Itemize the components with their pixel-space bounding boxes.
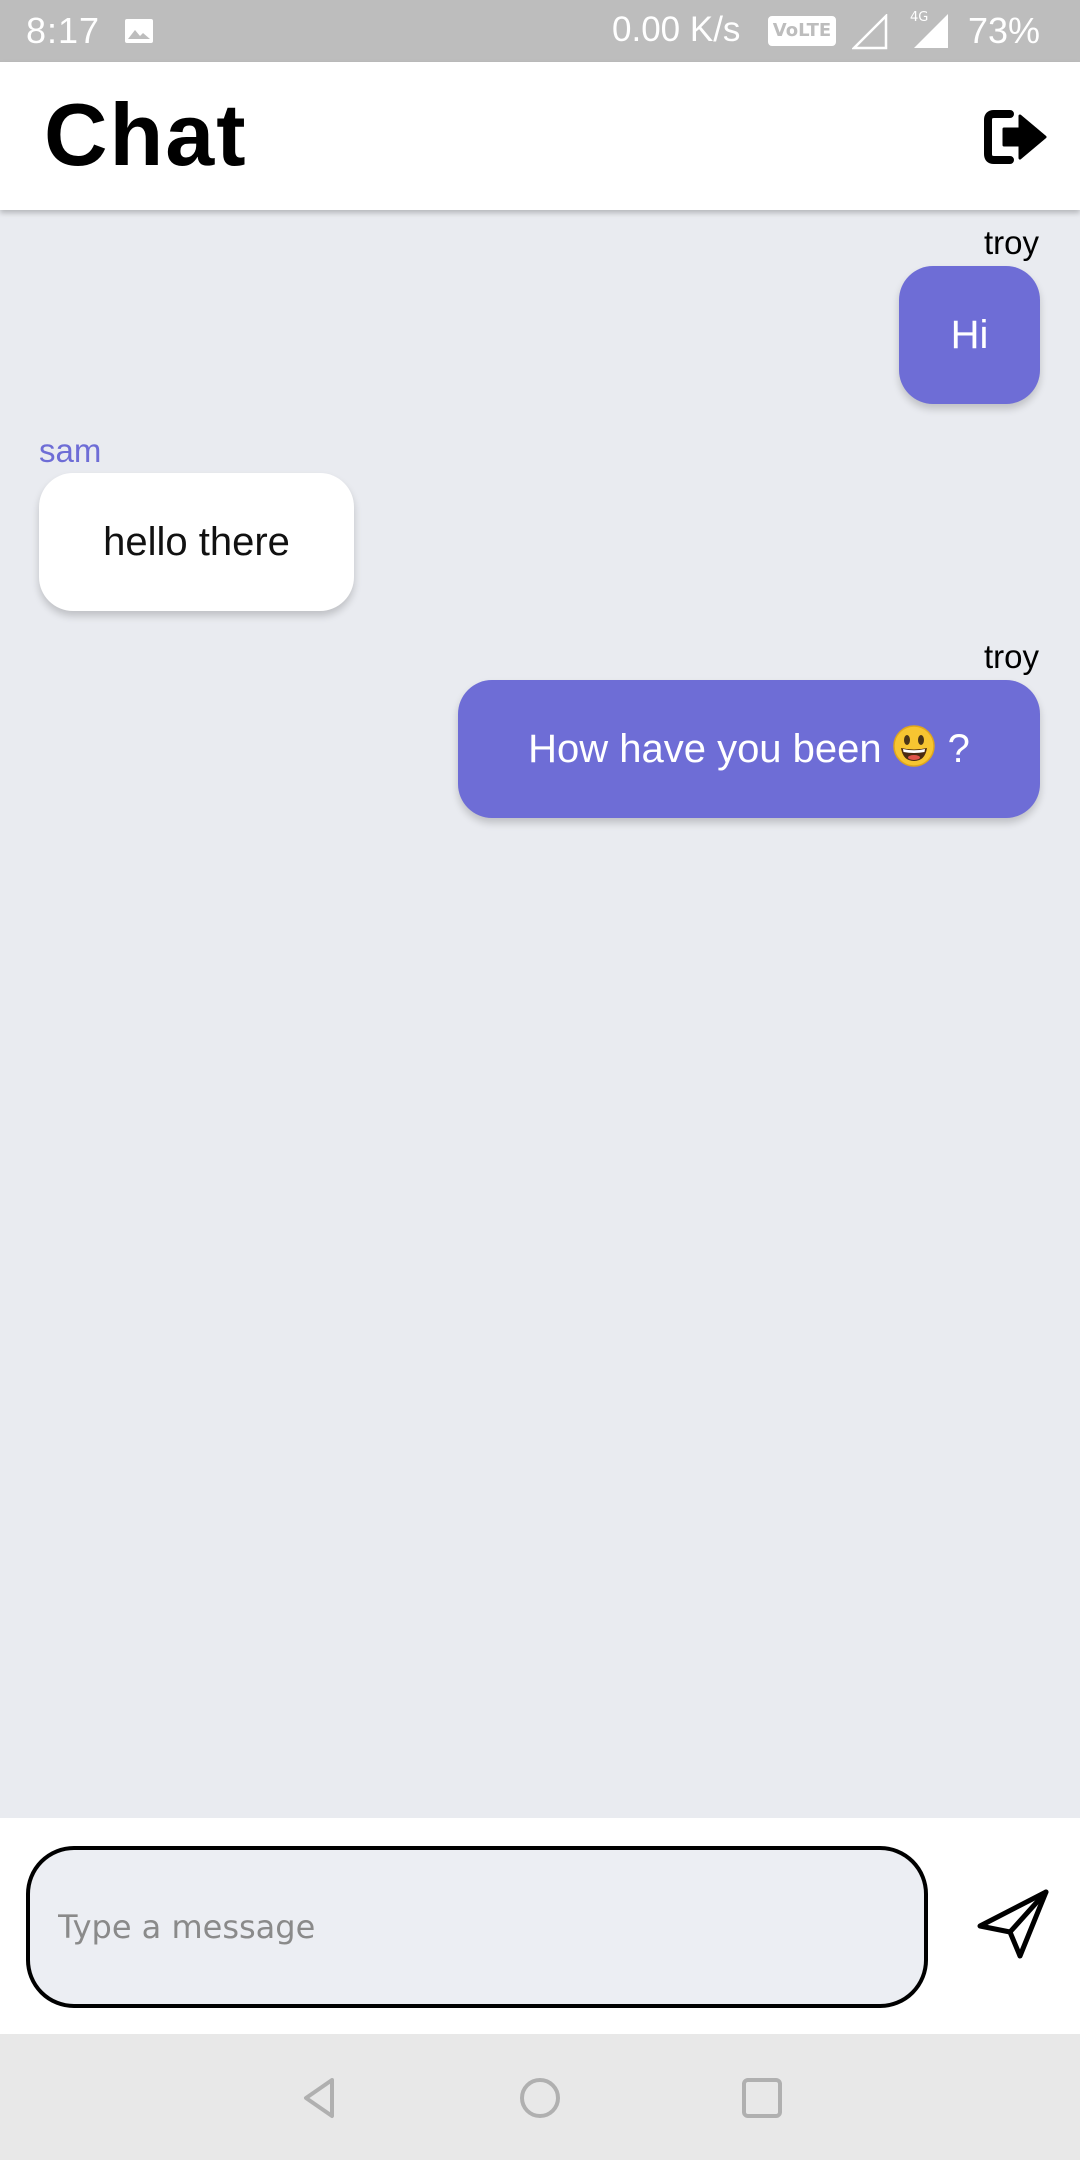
grinning-face-emoji-icon — [892, 725, 935, 767]
app-header: Chat — [0, 62, 1080, 210]
message-sender: troy — [983, 224, 1039, 261]
message-sender: troy — [983, 638, 1039, 675]
message-list[interactable]: troy Hi sam hello there troy How have yo… — [0, 210, 1080, 1818]
message-text-suffix: ? — [947, 726, 970, 771]
message-text: How have you been — [528, 726, 882, 771]
network-type: 4G — [910, 10, 929, 25]
composer-bar — [0, 1818, 1080, 2034]
message-input[interactable] — [26, 1846, 928, 2008]
back-icon[interactable] — [296, 2074, 344, 2122]
recents-icon[interactable] — [738, 2074, 786, 2122]
gallery-icon — [125, 19, 153, 43]
outgoing-message-bubble[interactable]: How have you been ? — [458, 680, 1040, 818]
status-bar: 8:17 0.00 K/s VoLTE 4G 73% — [0, 0, 1080, 62]
battery-level: 73% — [968, 10, 1041, 51]
page-title: Chat — [44, 85, 248, 184]
volte-badge: VoLTE — [768, 16, 836, 46]
net-speed: 0.00 K/s — [612, 10, 741, 49]
signal-icon — [852, 14, 888, 50]
status-time: 8:17 — [26, 10, 101, 51]
message-sender: sam — [39, 432, 102, 469]
system-nav-bar — [0, 2034, 1080, 2160]
message-text: hello there — [103, 519, 290, 564]
send-icon[interactable] — [976, 1888, 1050, 1960]
home-icon[interactable] — [516, 2074, 564, 2122]
logout-icon[interactable] — [984, 108, 1048, 166]
message-text: Hi — [950, 312, 989, 357]
outgoing-message-bubble[interactable]: Hi — [899, 266, 1040, 404]
incoming-message-bubble[interactable]: hello there — [39, 473, 354, 611]
